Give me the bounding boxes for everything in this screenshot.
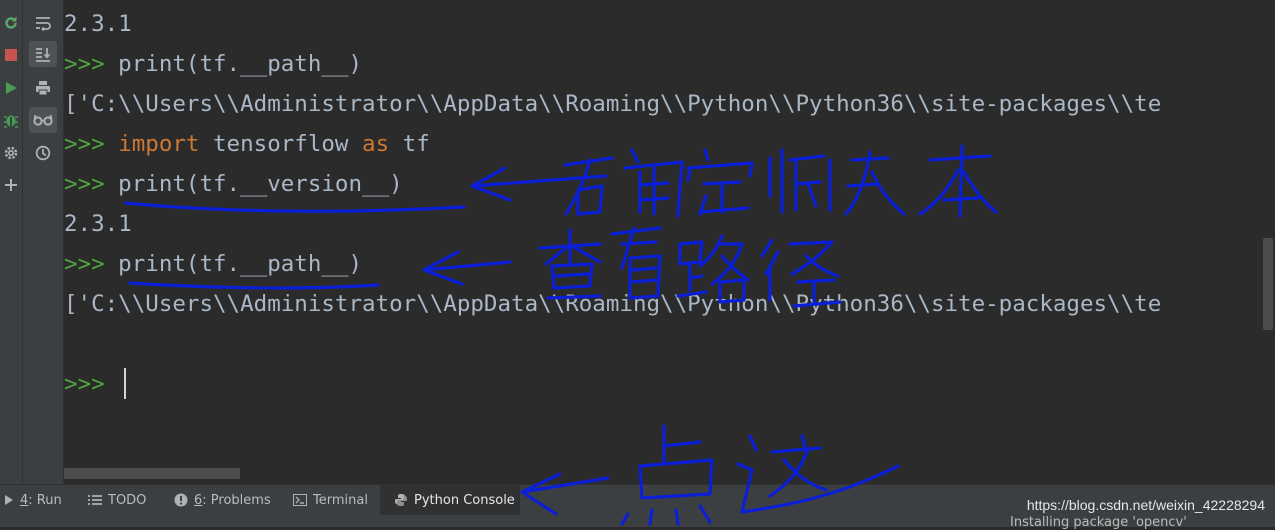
console-input-line: >>> print(tf.__version__) xyxy=(64,171,403,197)
run-icon[interactable] xyxy=(0,75,22,101)
print-icon[interactable] xyxy=(29,75,57,101)
console-input-line: >>> import tensorflow as tf xyxy=(64,131,430,157)
status-message: Installing package 'opencv' xyxy=(1010,515,1187,530)
prompt-marker: >>> xyxy=(64,371,105,397)
prompt-marker: >>> xyxy=(64,51,105,77)
show-variables-glasses-icon[interactable] xyxy=(29,107,57,133)
vertical-scrollbar[interactable] xyxy=(1263,238,1273,330)
tab-terminal[interactable]: Terminal xyxy=(293,485,375,515)
console-output-line: 2.3.1 xyxy=(64,11,132,37)
console-input-line: >>> print(tf.__path__) xyxy=(64,51,363,77)
horizontal-scrollbar[interactable] xyxy=(64,468,240,479)
console-run-toolbar xyxy=(0,0,23,484)
console-active-prompt[interactable]: >>> xyxy=(64,364,105,404)
debug-bug-icon[interactable] xyxy=(0,107,22,133)
problems-alert-icon xyxy=(174,493,188,507)
tab-run[interactable]: 4: Run xyxy=(4,485,74,515)
text-cursor xyxy=(124,368,126,399)
python-logo-icon xyxy=(395,494,407,506)
console-options-toolbar xyxy=(23,0,64,484)
tab-todo[interactable]: TODO xyxy=(88,485,158,515)
stop-icon[interactable] xyxy=(0,42,22,68)
prompt-marker: >>> xyxy=(64,131,105,157)
history-clock-icon[interactable] xyxy=(29,140,57,166)
python-console-output[interactable]: 2.3.1 >>> print(tf.__path__) ['C:\\Users… xyxy=(64,0,1275,484)
tab-problems[interactable]: 6: Problems xyxy=(174,485,274,515)
terminal-icon xyxy=(293,494,307,506)
console-output-line: ['C:\\Users\\Administrator\\AppData\\Roa… xyxy=(64,291,1162,317)
tab-python-console[interactable]: Python Console xyxy=(380,485,520,515)
prompt-marker: >>> xyxy=(64,171,105,197)
console-input-line: >>> print(tf.__path__) xyxy=(64,251,363,277)
settings-gear-icon[interactable] xyxy=(0,140,22,166)
soft-wrap-icon[interactable] xyxy=(29,10,57,36)
console-output-line: ['C:\\Users\\Administrator\\AppData\\Roa… xyxy=(64,91,1162,117)
console-output-line: 2.3.1 xyxy=(64,211,132,237)
rerun-icon[interactable] xyxy=(0,10,22,36)
scroll-to-end-icon[interactable] xyxy=(29,41,57,67)
add-plus-icon[interactable] xyxy=(0,172,22,198)
todo-list-icon xyxy=(88,495,102,505)
tool-window-bar: 4: Run TODO 6: Problems Terminal Python … xyxy=(0,484,1275,530)
run-triangle-icon xyxy=(5,495,13,505)
watermark-url: https://blog.csdn.net/weixin_42228294 xyxy=(1026,497,1265,513)
prompt-marker: >>> xyxy=(64,251,105,277)
